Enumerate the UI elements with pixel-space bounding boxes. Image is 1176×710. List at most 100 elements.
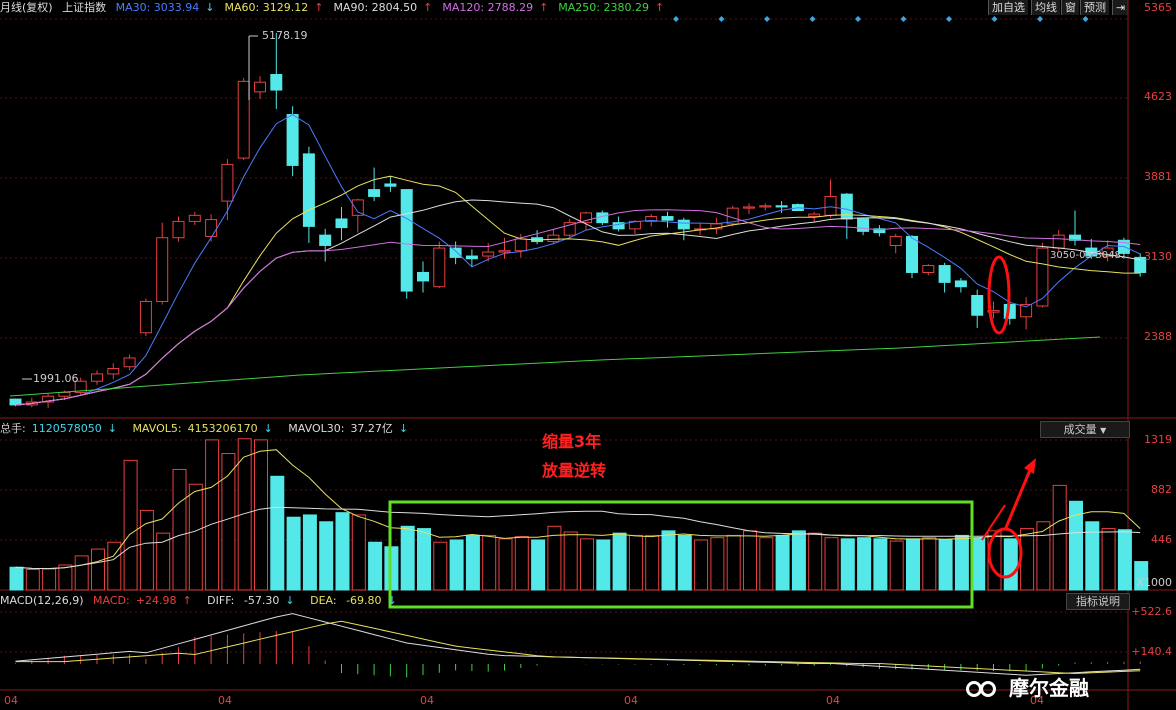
mavol30-arrow: ↓: [398, 422, 409, 435]
macd-value-arrow: ↑: [182, 594, 192, 607]
candle-body: [270, 74, 283, 91]
date-tick-3: 04: [420, 694, 434, 707]
macd-value-number: +24.98: [135, 594, 177, 607]
trend-arrow: [1003, 469, 1032, 531]
indicator-help-button[interactable]: 指标说明: [1066, 593, 1130, 610]
volume-annotation-2: 放量逆转: [542, 461, 607, 480]
candle-body: [661, 216, 674, 221]
volume-bar: [661, 530, 676, 591]
candle-body: [547, 234, 560, 243]
candle-body: [107, 368, 120, 375]
volume-bar: [971, 537, 986, 591]
volume-bar: [694, 539, 709, 591]
dea-arrow: ↓: [387, 594, 397, 607]
macd-value: MACD: +24.98 ↑: [93, 594, 198, 607]
ma60-line: [15, 175, 1141, 406]
mavol5-arrow: ↓: [263, 422, 273, 435]
candle-body: [254, 81, 266, 93]
candle-body: [172, 220, 185, 239]
volume-bar: [91, 548, 105, 591]
volume-bar: [205, 439, 220, 591]
volume-bar: [759, 537, 774, 591]
volume-bar: [563, 531, 578, 591]
price-tick-4623: 4623: [1144, 90, 1172, 103]
volume-bar: [840, 538, 855, 591]
last-annotation-3: 3048.: [1095, 250, 1125, 261]
candle-body: [759, 205, 772, 208]
volume-bar: [791, 530, 806, 591]
volume-bar: [954, 534, 969, 591]
volume-bar: [351, 514, 366, 591]
mavol5: MAVOL5: 4153206170 ↓: [132, 422, 278, 435]
volume-bar: [677, 534, 692, 591]
volume-bar: [580, 538, 594, 591]
candle-body: [368, 189, 381, 197]
volume-bar: [938, 539, 953, 591]
indicator-select[interactable]: 成交量 ▼: [1040, 421, 1130, 438]
price-tick-3130: 3130: [1144, 250, 1172, 263]
watermark-text: 摩尔金融: [1008, 676, 1089, 700]
ma250-line: [9, 336, 1101, 397]
volume-bar: [743, 530, 757, 591]
volume-bar: [270, 475, 285, 591]
last-annotation-2: 03: [1079, 250, 1092, 261]
candle-body: [351, 199, 364, 216]
volume-bar: [400, 525, 415, 591]
candle-body: [156, 237, 169, 302]
candle-body: [824, 195, 837, 216]
candle-body: [743, 206, 755, 209]
total-value: 1120578050: [31, 422, 102, 435]
volume-bar: [74, 555, 89, 591]
vol-unit: X1000: [1136, 576, 1172, 589]
macd-header: MACD(12,26,9) MACD: +24.98 ↑ DIFF: -57.30 ↓…: [0, 593, 1176, 609]
volume-bar: [873, 538, 888, 591]
volume-bar: [726, 534, 741, 591]
price-tick-5365: 5365: [1144, 1, 1172, 14]
total-volume: 总手: 1120578050 ↓: [0, 422, 123, 435]
mavol5-value: 4153206170: [187, 422, 258, 435]
diff-label: DIFF:: [207, 594, 235, 607]
macd-tick-1: +522.6: [1131, 605, 1172, 618]
candle-body: [123, 357, 136, 368]
volume-bar: [254, 439, 268, 591]
candle-body: [808, 213, 821, 218]
dea-line: [15, 620, 1141, 675]
volume-bar: [514, 536, 529, 591]
volume-bar: [596, 539, 611, 591]
indicator-select-label: 成交量: [1063, 423, 1097, 436]
volume-bar: [824, 537, 839, 591]
volume-bar: [531, 539, 546, 591]
volume-bar: [172, 468, 187, 591]
candle-body: [433, 247, 446, 288]
volume-annotation-1: 缩量3年: [542, 432, 602, 451]
candle-body: [237, 80, 250, 159]
volume-bar: [302, 514, 317, 591]
volume-bar: [319, 521, 334, 591]
signal-diamond: [673, 16, 679, 22]
volume-bar: [612, 532, 627, 591]
high-annotation: 5178.19: [262, 29, 308, 42]
watermark: 摩尔金融: [966, 672, 1089, 701]
candle-body: [954, 280, 967, 288]
vol-tick-446: 446: [1151, 533, 1172, 546]
candle-body: [514, 238, 527, 252]
volume-bar: [433, 541, 448, 591]
candle-body: [1052, 234, 1065, 249]
volume-bar: [906, 538, 920, 591]
candle-body: [286, 114, 299, 166]
chevron-down-icon: ▼: [1100, 426, 1107, 435]
diff-line: [15, 613, 1141, 676]
volume-bar: [1117, 529, 1132, 591]
volume-bar: [922, 537, 937, 591]
volume-bar: [889, 540, 904, 591]
candle-body: [188, 214, 201, 222]
macd-label: MACD(12,26,9): [0, 594, 84, 607]
candle-body: [221, 163, 234, 202]
candle-body: [857, 218, 870, 232]
low-annotation: 1991.06: [33, 372, 79, 385]
candle-body: [775, 205, 788, 208]
macd-value-label: MACD:: [93, 594, 130, 607]
mavol30-label: MAVOL30:: [288, 422, 345, 435]
price-tick-2388: 2388: [1144, 330, 1172, 343]
candle-body: [400, 189, 413, 292]
